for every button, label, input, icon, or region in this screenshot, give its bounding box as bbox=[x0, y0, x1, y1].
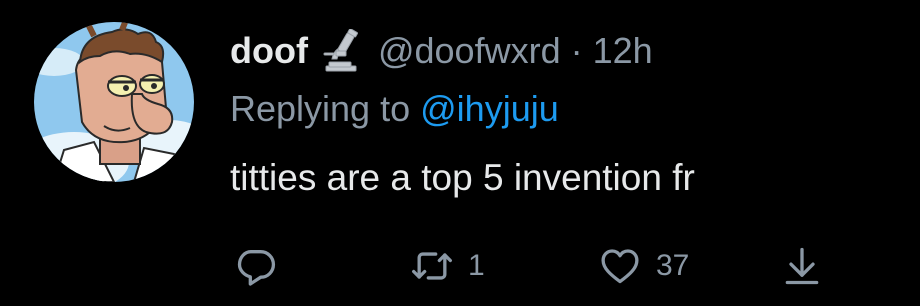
replying-to-label: Replying to bbox=[230, 88, 411, 129]
tweet-header: doof @doofwxrd · 12h bbox=[230, 26, 653, 76]
like-count: 37 bbox=[656, 249, 690, 282]
retweet-button[interactable]: 1 bbox=[410, 244, 485, 288]
reply-button[interactable] bbox=[234, 244, 278, 288]
replying-to-line: Replying to @ihyjuju bbox=[230, 88, 559, 130]
heart-icon bbox=[601, 249, 639, 284]
tweet-text: titties are a top 5 invention fr bbox=[230, 157, 695, 198]
action-bar: 1 37 bbox=[0, 244, 920, 288]
reply-icon bbox=[237, 250, 276, 286]
share-button[interactable] bbox=[780, 244, 824, 288]
share-icon bbox=[785, 247, 819, 285]
display-name[interactable]: doof bbox=[230, 30, 308, 72]
reply-to-handle-link[interactable]: @ihyjuju bbox=[420, 88, 559, 129]
avatar[interactable] bbox=[34, 22, 194, 182]
microscope-icon bbox=[320, 28, 364, 73]
retweet-icon bbox=[412, 252, 452, 280]
avatar-image bbox=[34, 22, 194, 182]
tweet[interactable]: doof @doofwxrd · 12h Replying to @ihyjuj… bbox=[0, 0, 920, 306]
retweet-count: 1 bbox=[468, 249, 485, 282]
like-button[interactable]: 37 bbox=[598, 244, 689, 288]
user-handle[interactable]: @doofwxrd bbox=[378, 30, 561, 72]
separator-dot: · bbox=[570, 30, 583, 71]
timestamp[interactable]: 12h bbox=[593, 30, 653, 72]
